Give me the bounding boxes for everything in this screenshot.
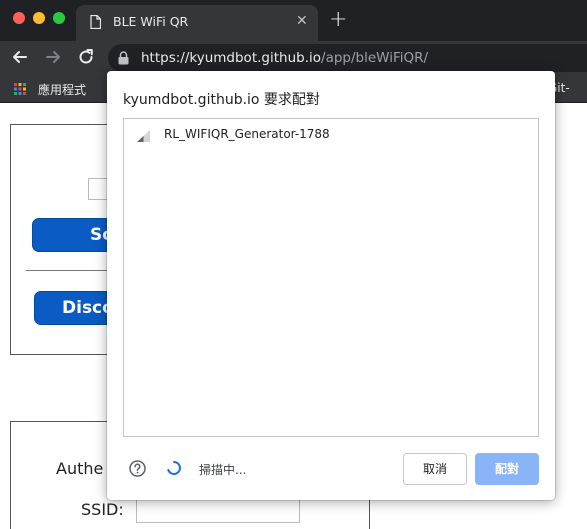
address-bar[interactable]: https://kyumdbot.github.io/app/bleWiFiQR… — [108, 44, 587, 72]
tab-close-icon[interactable]: ✕ — [296, 13, 308, 29]
new-tab-icon[interactable]: + — [329, 8, 347, 32]
page-icon — [90, 15, 101, 29]
pair-button[interactable]: 配對 — [475, 453, 539, 485]
url-text: https://kyumdbot.github.io/app/bleWiFiQR… — [141, 50, 429, 66]
window-close-button[interactable] — [13, 12, 25, 24]
lock-icon[interactable] — [118, 51, 129, 65]
window-minimize-button[interactable] — [33, 12, 45, 24]
bluetooth-chooser-dialog: kyumdbot.github.io 要求配對 RL_WIFIQR_Genera… — [107, 71, 555, 500]
tab-strip: BLE WiFi QR ✕ + — [0, 0, 587, 41]
device-list[interactable]: RL_WIFIQR_Generator-1788 — [123, 118, 539, 437]
ssid-input[interactable] — [136, 497, 300, 523]
scan-status: 掃描中... — [199, 463, 247, 477]
signal-strength-icon — [137, 130, 150, 142]
forward-arrow-icon[interactable] — [42, 46, 64, 68]
help-icon[interactable] — [129, 460, 146, 477]
dialog-title: kyumdbot.github.io 要求配對 — [123, 92, 320, 108]
loading-spinner-icon — [167, 461, 181, 475]
browser-tab[interactable]: BLE WiFi QR ✕ — [76, 5, 318, 41]
browser-toolbar: https://kyumdbot.github.io/app/bleWiFiQR… — [0, 41, 587, 75]
auth-label: Authe — [56, 459, 104, 478]
window-maximize-button[interactable] — [53, 12, 65, 24]
cancel-button[interactable]: 取消 — [403, 453, 467, 485]
tab-title: BLE WiFi QR — [113, 14, 189, 29]
reload-icon[interactable] — [75, 46, 97, 68]
bookmark-apps[interactable]: 應用程式 — [38, 81, 86, 98]
device-name: RL_WIFIQR_Generator-1788 — [164, 127, 330, 141]
ssid-label: SSID: — [81, 500, 124, 519]
back-arrow-icon[interactable] — [9, 46, 31, 68]
apps-grid-icon[interactable] — [14, 83, 26, 95]
device-list-item[interactable]: RL_WIFIQR_Generator-1788 — [124, 125, 538, 145]
